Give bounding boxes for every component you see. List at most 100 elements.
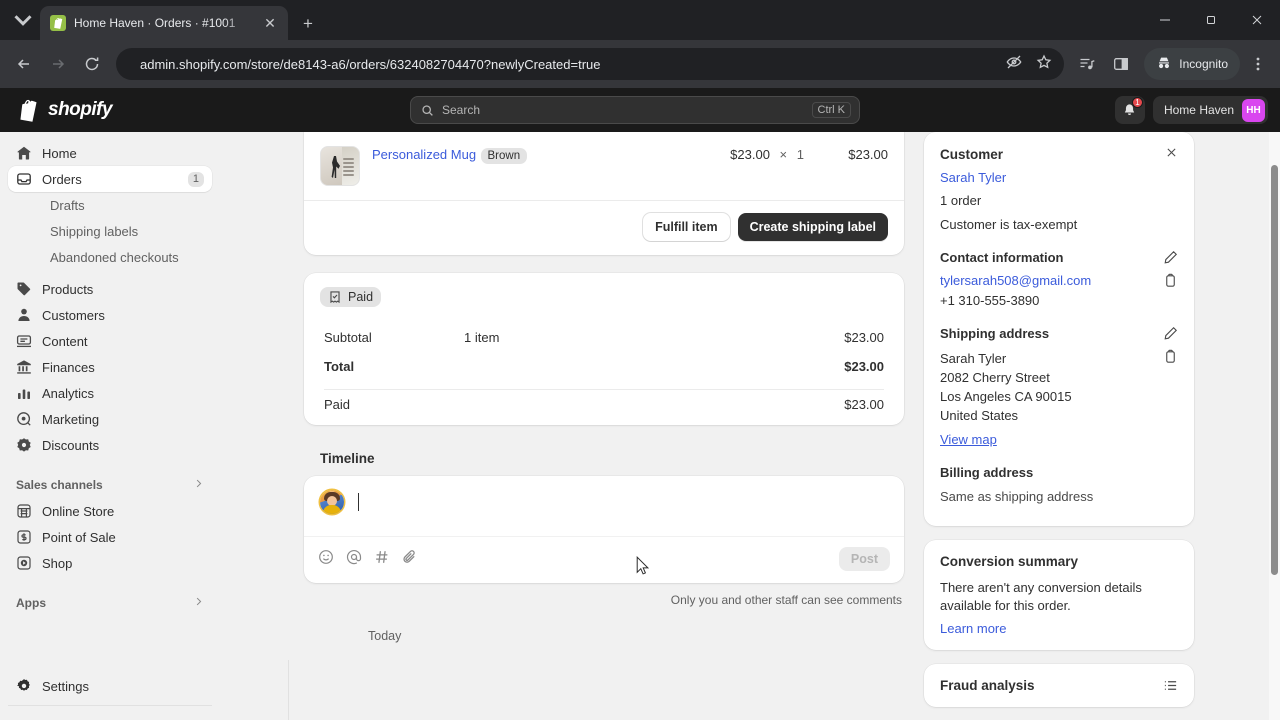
window-controls [1142, 0, 1280, 40]
sidebar-item-online-store[interactable]: Online Store [8, 498, 212, 524]
create-shipping-label-button[interactable]: Create shipping label [737, 213, 888, 241]
close-window-icon[interactable] [1234, 0, 1280, 40]
shipping-line-3: Los Angeles CA 90015 [940, 389, 1072, 404]
close-icon[interactable] [1165, 146, 1178, 162]
sidebar-item-home[interactable]: Home [8, 140, 212, 166]
chrome-menu-icon[interactable] [1244, 56, 1272, 72]
sidebar-label-drafts: Drafts [50, 197, 85, 213]
subtotal-detail: 1 item [464, 330, 500, 345]
subtotal-label: Subtotal [324, 330, 372, 345]
page-scrollbar[interactable] [1269, 132, 1280, 720]
mention-icon[interactable] [346, 549, 362, 570]
incognito-icon [1156, 55, 1172, 74]
attachment-icon[interactable] [402, 549, 418, 570]
discount-icon [16, 437, 32, 453]
copy-icon-email[interactable] [1163, 273, 1178, 288]
sidebar-item-analytics[interactable]: Analytics [8, 380, 212, 406]
shopify-topbar: shopify Search Ctrl K 1 Home Haven HH [0, 88, 1280, 132]
sidebar-section-apps[interactable]: Apps [8, 590, 212, 616]
sidebar-label-products: Products [42, 281, 94, 297]
sidebar-label-analytics: Analytics [42, 385, 95, 401]
tab-search-chevron-icon[interactable] [8, 5, 38, 35]
conversion-summary-title: Conversion summary [940, 554, 1079, 569]
payment-row-total: Total $23.00 [304, 352, 904, 381]
incognito-indicator[interactable]: Incognito [1144, 48, 1240, 80]
search-shortcut: Ctrl K [811, 102, 851, 118]
shopify-logo[interactable]: shopify [12, 98, 212, 122]
store-switcher[interactable]: Home Haven HH [1152, 96, 1268, 124]
sidebar-label-discounts: Discounts [42, 437, 100, 453]
side-panel-icon[interactable] [1106, 48, 1136, 80]
sidebar-item-customers[interactable]: Customers [8, 302, 212, 328]
timeline-day-label: Today [368, 629, 402, 643]
sidebar-nav: Home Orders 1 Drafts Shipping labels Aba… [0, 132, 220, 720]
sidebar-item-shipping-labels[interactable]: Shipping labels [8, 218, 212, 244]
payment-card: Paid Subtotal 1 item $23.00 Total $23.00… [304, 273, 904, 425]
home-icon [16, 145, 32, 161]
sidebar-item-drafts[interactable]: Drafts [8, 192, 212, 218]
reading-list-icon[interactable] [1072, 48, 1102, 80]
line-item-actions: Fulfill item Create shipping label [304, 201, 904, 255]
search-placeholder: Search [442, 103, 481, 117]
sidebar-label-home: Home [42, 145, 77, 161]
new-tab-button[interactable]: + [298, 14, 318, 34]
conversion-learn-more-link[interactable]: Learn more [940, 621, 1178, 636]
customer-phone: +1 310-555-3890 [940, 293, 1040, 308]
back-icon[interactable] [8, 48, 40, 80]
reload-icon[interactable] [76, 48, 108, 80]
apps-label: Apps [16, 596, 46, 610]
sidebar-label-finances: Finances [42, 359, 95, 375]
customer-card: Customer Sarah Tyler 1 order Customer is… [924, 132, 1194, 526]
scrollbar-thumb[interactable] [1271, 165, 1278, 575]
sidebar-item-point-of-sale[interactable]: Point of Sale [8, 524, 212, 550]
browser-tab[interactable]: Home Haven · Orders · #1001 ✕ [40, 6, 288, 40]
product-thumbnail[interactable] [320, 146, 360, 186]
sidebar-item-abandoned-checkouts[interactable]: Abandoned checkouts [8, 244, 212, 270]
sidebar-section-sales-channels[interactable]: Sales channels [8, 472, 212, 498]
customer-name-link[interactable]: Sarah Tyler [940, 170, 1178, 185]
comment-privacy-note: Only you and other staff can see comment… [670, 593, 902, 607]
edit-pencil-icon-contact[interactable] [1163, 250, 1178, 265]
address-bar[interactable]: admin.shopify.com/store/de8143-a6/orders… [116, 48, 1065, 80]
sidebar-item-settings[interactable]: Settings [8, 673, 212, 699]
minimize-icon[interactable] [1142, 0, 1188, 40]
sidebar-label-shop: Shop [42, 555, 73, 571]
sidebar-item-orders[interactable]: Orders 1 [8, 166, 212, 192]
hashtag-icon[interactable] [374, 549, 390, 570]
shopify-admin: shopify Search Ctrl K 1 Home Haven HH Ho… [0, 88, 1280, 720]
sidebar-item-discounts[interactable]: Discounts [8, 432, 212, 458]
timeline-comment-card: Post [304, 476, 904, 583]
paid-amount: $23.00 [844, 397, 884, 412]
search-input[interactable]: Search Ctrl K [410, 96, 860, 124]
avatar [320, 490, 344, 514]
product-title-link[interactable]: Personalized Mug [372, 147, 476, 162]
customer-email-link[interactable]: tylersarah508@gmail.com [940, 273, 1091, 288]
bookmark-star-icon[interactable] [1036, 53, 1052, 75]
notifications-button[interactable]: 1 [1114, 96, 1145, 124]
tracking-protection-icon[interactable] [1006, 54, 1022, 75]
text-caret [358, 493, 359, 511]
edit-pencil-icon-shipping[interactable] [1163, 326, 1178, 341]
fulfill-item-button[interactable]: Fulfill item [643, 213, 730, 241]
view-map-link[interactable]: View map [940, 432, 997, 447]
sidebar-item-marketing[interactable]: Marketing [8, 406, 212, 432]
sidebar-item-finances[interactable]: Finances [8, 354, 212, 380]
close-tab-icon[interactable]: ✕ [260, 13, 280, 33]
copy-icon-address[interactable] [1163, 349, 1178, 364]
post-comment-button[interactable]: Post [838, 547, 890, 571]
comment-input-area[interactable] [304, 476, 904, 536]
list-icon[interactable] [1163, 678, 1178, 693]
chevron-right-icon-apps[interactable] [193, 596, 204, 610]
timeline-heading: Timeline [320, 451, 375, 466]
maximize-icon[interactable] [1188, 0, 1234, 40]
line-total: $23.00 [848, 147, 888, 162]
gear-icon [16, 678, 32, 694]
content-icon [16, 333, 32, 349]
sidebar-item-shop[interactable]: Shop [8, 550, 212, 576]
shopify-wordmark: shopify [48, 99, 113, 120]
payment-row-paid: Paid $23.00 [304, 390, 904, 419]
emoji-icon[interactable] [318, 549, 334, 570]
sidebar-item-content[interactable]: Content [8, 328, 212, 354]
sidebar-item-products[interactable]: Products [8, 276, 212, 302]
chevron-right-icon[interactable] [193, 478, 204, 492]
